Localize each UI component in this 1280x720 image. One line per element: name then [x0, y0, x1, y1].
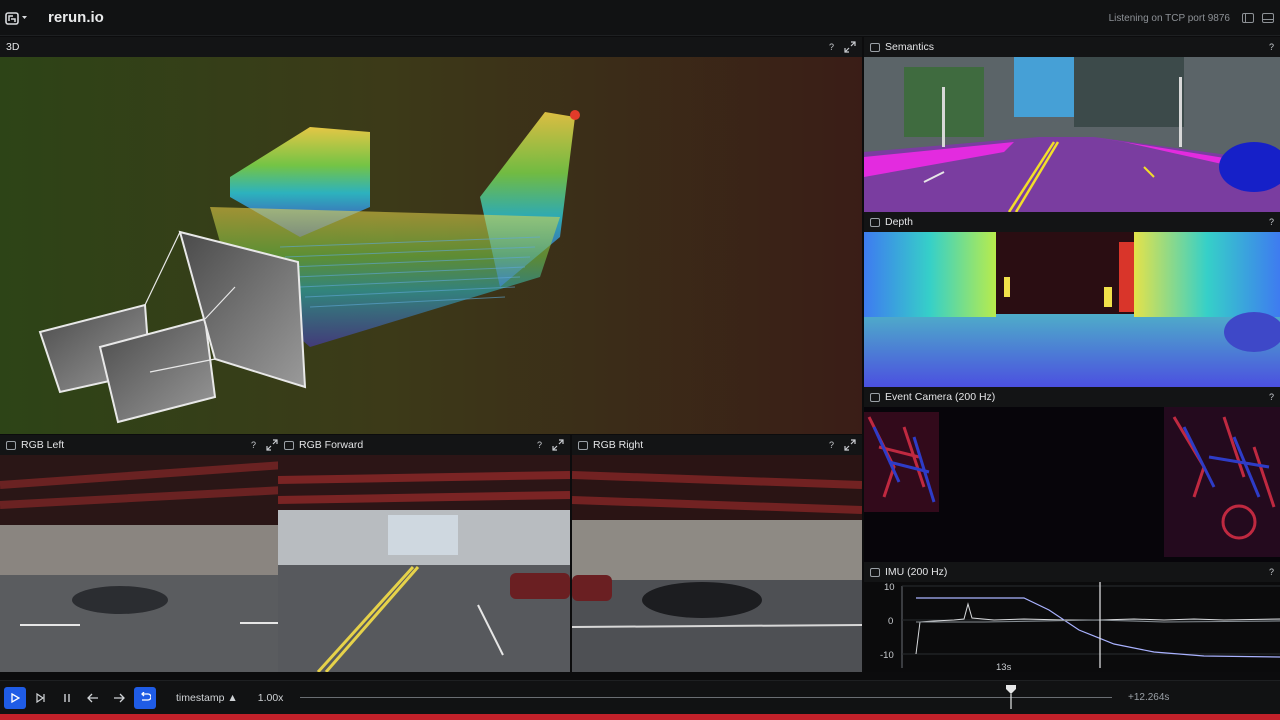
time-readout: +12.264s — [1128, 692, 1170, 703]
play-button[interactable] — [4, 686, 26, 709]
help-icon[interactable]: ? — [537, 440, 542, 450]
step-end-icon — [36, 692, 45, 703]
help-icon[interactable]: ? — [829, 440, 834, 450]
imu-plot[interactable]: 10 0 -10 13s — [864, 582, 1280, 672]
app-title: rerun.io — [48, 9, 104, 26]
view-tab-title: Semantics — [885, 41, 935, 53]
view-3d-canvas[interactable] — [0, 57, 862, 434]
left-panel-icon[interactable] — [1242, 13, 1254, 23]
playback-speed[interactable]: 1.00x — [258, 692, 284, 704]
pause-button[interactable] — [56, 687, 78, 709]
view-tab-title: RGB Left — [21, 439, 65, 451]
rgb-right-image[interactable] — [572, 455, 862, 672]
help-icon[interactable]: ? — [1269, 392, 1274, 402]
arrow-right-icon — [114, 693, 125, 702]
expand-icon[interactable] — [266, 439, 278, 451]
help-icon[interactable]: ? — [1269, 42, 1274, 52]
help-icon[interactable]: ? — [1269, 567, 1274, 577]
time-cursor-handle[interactable] — [1006, 685, 1017, 709]
loop-icon — [141, 692, 151, 701]
rgb-forward-tabbar: RGB Forward ? — [278, 435, 570, 455]
chevron-down-icon — [21, 16, 27, 19]
view-tab-title: Event Camera (200 Hz) — [885, 391, 996, 403]
view-tab-icon — [870, 217, 880, 227]
help-icon[interactable]: ? — [251, 440, 256, 450]
imu-y-tick: 0 — [888, 616, 893, 627]
event-camera-tabbar: Event Camera (200 Hz) ? — [864, 387, 1280, 407]
help-icon[interactable]: ? — [1269, 217, 1274, 227]
point-cloud-scene — [0, 57, 862, 434]
view-tab-icon — [284, 440, 294, 450]
timeline-panel: timestamp ▲ 1.00x +12.264s — [0, 680, 1280, 714]
view-tab-title: RGB Forward — [299, 439, 364, 451]
view-tab-icon — [6, 440, 16, 450]
view-event-camera[interactable]: Event Camera (200 Hz) ? — [864, 387, 1280, 562]
pause-icon — [64, 693, 70, 702]
view-imu[interactable]: IMU (200 Hz) ? 10 0 -10 13s — [864, 562, 1280, 672]
top-bar: rerun.io Listening on TCP port 9876 — [0, 0, 1280, 36]
view-tab-title: IMU (200 Hz) — [885, 566, 948, 578]
rgb-left-tabbar: RGB Left ? — [0, 435, 284, 455]
bottom-panel-icon[interactable] — [1262, 13, 1274, 23]
view-rgb-right[interactable]: RGB Right ? — [572, 435, 862, 672]
imu-tabbar: IMU (200 Hz) ? — [864, 562, 1280, 582]
view-rgb-left[interactable]: RGB Left ? — [0, 435, 284, 672]
view-3d[interactable]: 3D ? — [0, 37, 862, 434]
depth-image[interactable] — [864, 232, 1280, 387]
rgb-forward-image[interactable] — [278, 455, 570, 672]
time-scrubber-track[interactable] — [300, 697, 1112, 698]
connection-status: Listening on TCP port 9876 — [1108, 12, 1230, 24]
help-icon[interactable]: ? — [829, 42, 834, 52]
view-tab-icon — [870, 42, 880, 52]
expand-icon[interactable] — [552, 439, 564, 451]
rgb-right-tabbar: RGB Right ? — [572, 435, 862, 455]
view-tab-icon — [870, 567, 880, 577]
loop-button[interactable] — [134, 686, 156, 709]
view-tab-title: Depth — [885, 216, 914, 228]
imu-y-tick: 10 — [884, 582, 895, 593]
view-depth[interactable]: Depth ? — [864, 212, 1280, 387]
expand-icon[interactable] — [844, 41, 856, 53]
step-forward-button[interactable] — [108, 687, 130, 709]
view-3d-tabbar: 3D ? — [0, 37, 862, 57]
view-tab-icon — [578, 440, 588, 450]
step-back-button[interactable] — [82, 687, 104, 709]
depth-tabbar: Depth ? — [864, 212, 1280, 232]
rerun-logo-icon — [4, 11, 19, 25]
bottom-stripe — [0, 714, 1280, 720]
step-end-button[interactable] — [30, 687, 52, 709]
semantics-image[interactable] — [864, 57, 1280, 212]
view-rgb-forward[interactable]: RGB Forward ? — [278, 435, 570, 672]
timeline-select-dropdown[interactable]: timestamp ▲ — [176, 692, 238, 704]
arrow-left-icon — [87, 693, 98, 702]
imu-y-tick: -10 — [880, 650, 894, 661]
imu-x-tick: 13s — [996, 662, 1012, 672]
play-icon — [11, 692, 20, 703]
semantics-tabbar: Semantics ? — [864, 37, 1280, 57]
event-camera-image[interactable] — [864, 407, 1280, 562]
view-semantics[interactable]: Semantics ? — [864, 37, 1280, 212]
rgb-left-image[interactable] — [0, 455, 284, 672]
view-tab-icon — [870, 392, 880, 402]
expand-icon[interactable] — [844, 439, 856, 451]
view-tab-title: RGB Right — [593, 439, 644, 451]
app-menu-button[interactable] — [0, 0, 32, 36]
view-tab-title: 3D — [6, 41, 20, 53]
